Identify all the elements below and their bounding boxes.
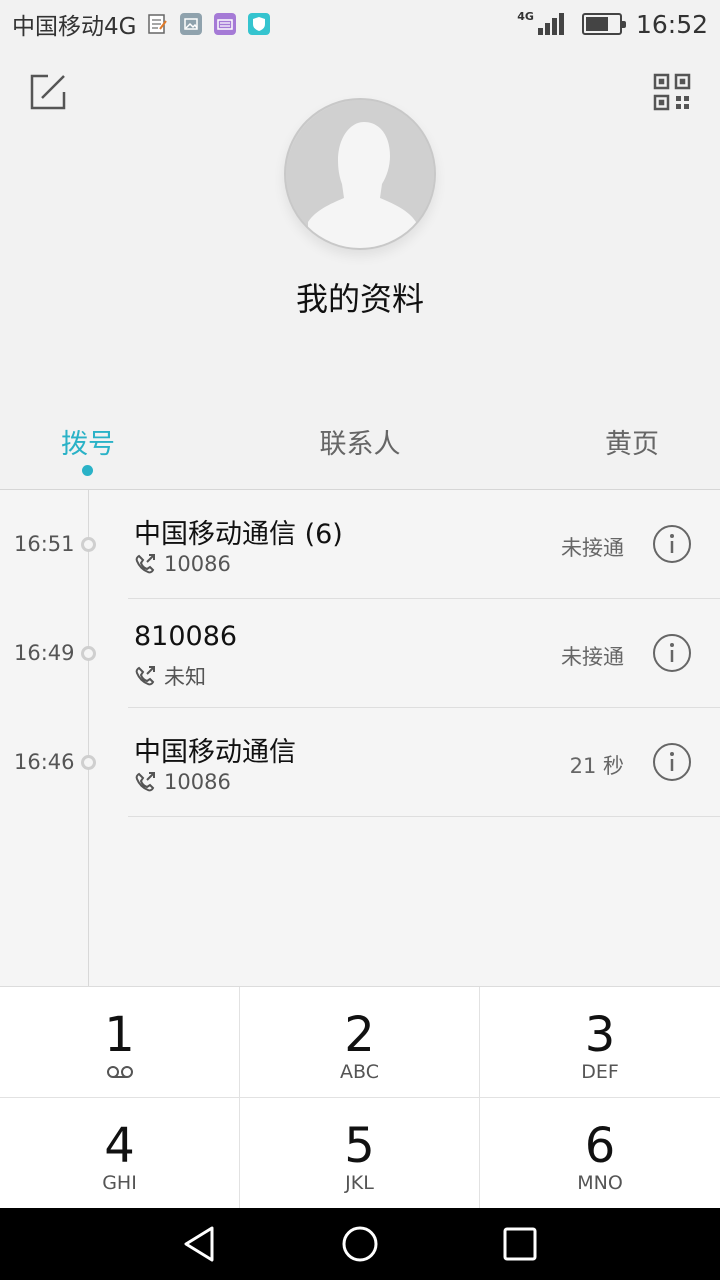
key-letters: MNO (577, 1172, 623, 1194)
key-letters: ABC (340, 1061, 379, 1083)
timeline-node (81, 755, 96, 770)
avatar[interactable] (284, 98, 436, 250)
call-status: 未接通 (561, 536, 624, 560)
key-digit: 1 (104, 1007, 135, 1063)
call-number: 未知 (164, 665, 206, 689)
call-status: 未接通 (561, 645, 624, 669)
voicemail-icon (106, 1064, 134, 1078)
call-name: 810086 (134, 621, 238, 652)
active-tab-indicator (82, 465, 93, 476)
call-time: 16:49 (14, 641, 75, 665)
carrier-label: 中国移动4G (12, 14, 137, 40)
qr-code-icon[interactable] (652, 72, 692, 112)
edit-icon[interactable] (28, 72, 68, 112)
call-log-row[interactable]: 16:51 中国移动通信 (6) 10086 未接通 (0, 490, 720, 599)
recents-icon[interactable] (500, 1224, 540, 1264)
key-letters: GHI (102, 1172, 137, 1194)
call-name: 中国移动通信 (6) (134, 519, 343, 550)
keyboard-icon (214, 13, 237, 35)
key-digit: 3 (584, 1007, 616, 1063)
key-digit: 2 (344, 1007, 375, 1063)
gallery-icon (180, 13, 203, 35)
call-log-row[interactable]: 16:49 810086 未知 未接通 (0, 599, 720, 708)
tab-bar: 拨号 联系人 黄页 (0, 410, 720, 490)
dial-key-4[interactable]: 4 GHI (0, 1098, 240, 1209)
key-letters: DEF (581, 1061, 619, 1083)
home-icon[interactable] (340, 1224, 380, 1264)
call-name: 中国移动通信 (134, 737, 296, 768)
dial-key-5[interactable]: 5 JKL (240, 1098, 480, 1209)
tab-contacts[interactable]: 联系人 (290, 422, 430, 461)
signal-icon (536, 13, 564, 35)
info-icon[interactable] (652, 524, 692, 564)
info-icon[interactable] (652, 633, 692, 673)
dialpad: 1 2 ABC 3 DEF 4 GHI 5 JKL 6 MNO (0, 986, 720, 1209)
timeline-node (81, 646, 96, 661)
row-divider (128, 816, 720, 817)
navigation-bar (0, 1208, 720, 1280)
call-number: 10086 (164, 770, 231, 794)
dial-key-6[interactable]: 6 MNO (480, 1098, 720, 1209)
network-type-label: 4G (517, 9, 534, 23)
call-number: 10086 (164, 552, 231, 576)
timeline-node (81, 537, 96, 552)
outgoing-call-icon (134, 771, 156, 793)
call-status: 21 秒 (569, 754, 624, 778)
key-digit: 4 (104, 1118, 135, 1174)
tab-yellow-pages[interactable]: 黄页 (562, 422, 702, 461)
call-log-row[interactable]: 16:46 中国移动通信 10086 21 秒 (0, 708, 720, 817)
status-clock: 16:52 (635, 9, 708, 39)
outgoing-call-icon (134, 665, 156, 687)
info-icon[interactable] (652, 742, 692, 782)
dial-key-1[interactable]: 1 (0, 987, 240, 1098)
battery-icon (581, 13, 626, 35)
back-icon[interactable] (180, 1224, 220, 1264)
dial-key-3[interactable]: 3 DEF (480, 987, 720, 1098)
status-bar: 中国移动4G 4G 16:52 (0, 0, 720, 48)
tab-dialer[interactable]: 拨号 (18, 422, 158, 461)
key-digit: 6 (584, 1118, 616, 1174)
call-time: 16:46 (14, 750, 75, 774)
call-time: 16:51 (14, 532, 75, 556)
shield-icon (248, 13, 271, 35)
key-letters: JKL (345, 1172, 374, 1194)
notes-icon (146, 13, 168, 35)
dial-key-2[interactable]: 2 ABC (240, 987, 480, 1098)
call-log: 16:51 中国移动通信 (6) 10086 未接通 16:49 810086 … (0, 490, 720, 986)
key-digit: 5 (344, 1118, 375, 1174)
outgoing-call-icon (134, 553, 156, 575)
profile-name[interactable]: 我的资料 (0, 274, 720, 320)
